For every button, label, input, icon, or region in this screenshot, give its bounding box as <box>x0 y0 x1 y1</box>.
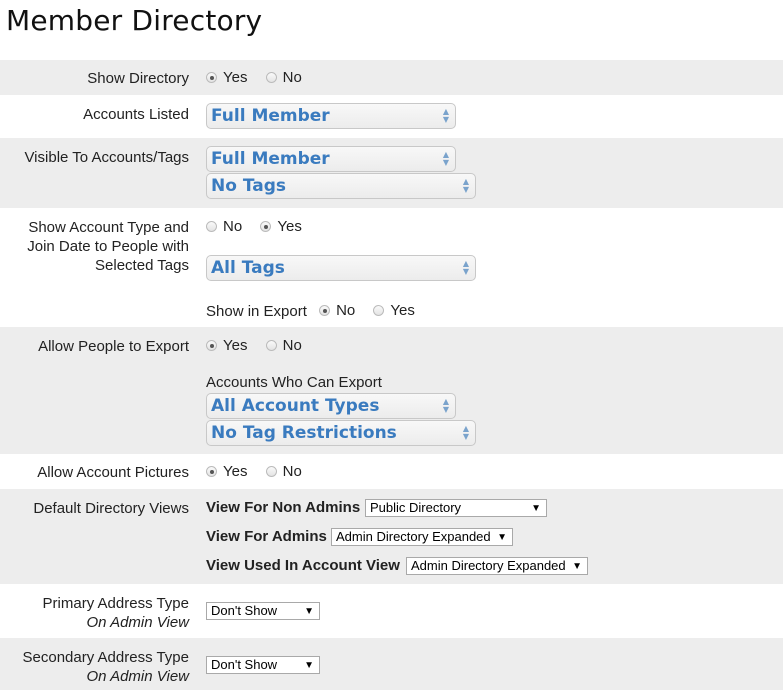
select-value: Full Member <box>211 149 330 169</box>
select-value: All Tags <box>211 258 285 278</box>
radio-label: Yes <box>277 218 302 235</box>
label-line: Secondary Address Type <box>22 649 190 666</box>
row-show-directory: Show Directory Yes No <box>0 60 783 95</box>
select-value: Don't Show <box>211 603 278 618</box>
radio-label: No <box>282 463 302 480</box>
radio-label: No <box>282 337 302 354</box>
dropdown-arrow-icon: ▼ <box>497 532 507 543</box>
radio-unchecked-icon <box>265 72 277 83</box>
radio-label: Yes <box>223 337 248 354</box>
radio-checked-icon <box>319 305 331 316</box>
dropdown-arrow-icon: ▼ <box>572 561 582 572</box>
accounts-listed-label: Accounts Listed <box>83 106 189 123</box>
row-allow-pictures: Allow Account Pictures Yes No <box>0 454 783 489</box>
show-account-type-yes-radio[interactable]: Yes <box>260 218 302 235</box>
non-admins-label: View For Non Admins <box>206 499 361 516</box>
updown-arrow-icon: ▲ ▼ <box>442 397 449 414</box>
export-account-select[interactable]: All Account Types ▲ ▼ <box>206 393 456 419</box>
label-line: Primary Address Type <box>42 595 189 612</box>
visible-to-account-select[interactable]: Full Member ▲ ▼ <box>206 146 456 172</box>
radio-label: No <box>336 302 356 319</box>
show-directory-yes-radio[interactable]: Yes <box>206 69 247 86</box>
accounts-listed-select[interactable]: Full Member ▲ ▼ <box>206 103 456 129</box>
dropdown-arrow-icon: ▼ <box>531 503 541 514</box>
radio-unchecked-icon <box>373 305 385 316</box>
export-tag-select[interactable]: No Tag Restrictions ▲ ▼ <box>206 420 476 446</box>
updown-arrow-icon: ▲ ▼ <box>462 259 469 276</box>
default-views-label: Default Directory Views <box>33 500 189 517</box>
show-account-type-no-radio[interactable]: No <box>206 218 242 235</box>
select-value: No Tag Restrictions <box>211 423 397 443</box>
label-line: Show Account Type and <box>28 219 189 236</box>
select-value: Public Directory <box>370 500 462 515</box>
admins-select[interactable]: Admin Directory Expanded ▼ <box>331 528 513 546</box>
select-value: Don't Show <box>211 657 278 672</box>
allow-pictures-yes-radio[interactable]: Yes <box>206 463 247 480</box>
dropdown-arrow-icon: ▼ <box>304 660 314 671</box>
select-value: All Account Types <box>211 396 380 416</box>
row-visible-to: Visible To Accounts/Tags Full Member ▲ ▼ N… <box>0 138 783 208</box>
visible-to-tag-select[interactable]: No Tags ▲ ▼ <box>206 173 476 199</box>
radio-checked-icon <box>206 340 217 351</box>
radio-label: Yes <box>390 302 415 319</box>
updown-arrow-icon: ▲ ▼ <box>442 150 449 167</box>
label-line: Join Date to People with <box>27 238 189 255</box>
page-title: Member Directory <box>6 4 263 37</box>
secondary-address-label: Secondary Address Type On Admin View <box>23 648 190 686</box>
radio-checked-icon <box>206 72 217 83</box>
allow-pictures-label: Allow Account Pictures <box>37 464 189 481</box>
label-subline: On Admin View <box>86 668 189 685</box>
account-view-select[interactable]: Admin Directory Expanded ▼ <box>406 557 588 575</box>
radio-label: Yes <box>223 463 248 480</box>
select-value: Admin Directory Expanded <box>336 529 491 544</box>
radio-checked-icon <box>206 466 217 477</box>
row-secondary-address: Secondary Address Type On Admin View Don… <box>0 638 783 690</box>
show-account-type-label: Show Account Type and Join Date to Peopl… <box>27 218 189 275</box>
updown-arrow-icon: ▲ ▼ <box>442 107 449 124</box>
account-view-label: View Used In Account View <box>206 557 400 574</box>
non-admins-select[interactable]: Public Directory ▼ <box>365 499 547 517</box>
allow-export-yes-radio[interactable]: Yes <box>206 337 247 354</box>
primary-address-select[interactable]: Don't Show ▼ <box>206 602 320 620</box>
allow-export-label: Allow People to Export <box>38 338 189 355</box>
show-in-export-yes-radio[interactable]: Yes <box>373 302 415 319</box>
radio-label: No <box>223 218 243 235</box>
visible-to-label: Visible To Accounts/Tags <box>24 149 189 166</box>
primary-address-label: Primary Address Type On Admin View <box>43 594 189 632</box>
dropdown-arrow-icon: ▼ <box>304 606 314 617</box>
admins-label: View For Admins <box>206 528 327 545</box>
show-in-export-label: Show in Export <box>206 303 307 320</box>
radio-unchecked-icon <box>206 221 217 232</box>
select-value: Admin Directory Expanded <box>411 558 566 573</box>
row-allow-export: Allow People to Export Yes No Accounts W… <box>0 327 783 454</box>
show-directory-no-radio[interactable]: No <box>265 69 302 86</box>
label-subline: On Admin View <box>86 614 189 631</box>
row-default-views: Default Directory Views View For Non Adm… <box>0 489 783 584</box>
radio-label: No <box>282 69 302 86</box>
updown-arrow-icon: ▲ ▼ <box>462 177 469 194</box>
allow-pictures-no-radio[interactable]: No <box>265 463 302 480</box>
allow-export-no-radio[interactable]: No <box>265 337 302 354</box>
row-accounts-listed: Accounts Listed Full Member ▲ ▼ <box>0 95 783 138</box>
radio-unchecked-icon <box>265 466 277 477</box>
updown-arrow-icon: ▲ ▼ <box>462 424 469 441</box>
row-primary-address: Primary Address Type On Admin View Don't… <box>0 584 783 638</box>
show-account-type-tag-select[interactable]: All Tags ▲ ▼ <box>206 255 476 281</box>
radio-unchecked-icon <box>265 340 277 351</box>
radio-label: Yes <box>223 69 248 86</box>
row-show-account-type: Show Account Type and Join Date to Peopl… <box>0 208 783 327</box>
select-value: Full Member <box>211 106 330 126</box>
show-in-export-no-radio[interactable]: No <box>319 302 355 319</box>
who-can-export-label: Accounts Who Can Export <box>206 374 382 391</box>
select-value: No Tags <box>211 176 286 196</box>
secondary-address-select[interactable]: Don't Show ▼ <box>206 656 320 674</box>
radio-checked-icon <box>260 221 272 232</box>
label-line: Selected Tags <box>95 257 189 274</box>
show-directory-label: Show Directory <box>87 70 189 87</box>
